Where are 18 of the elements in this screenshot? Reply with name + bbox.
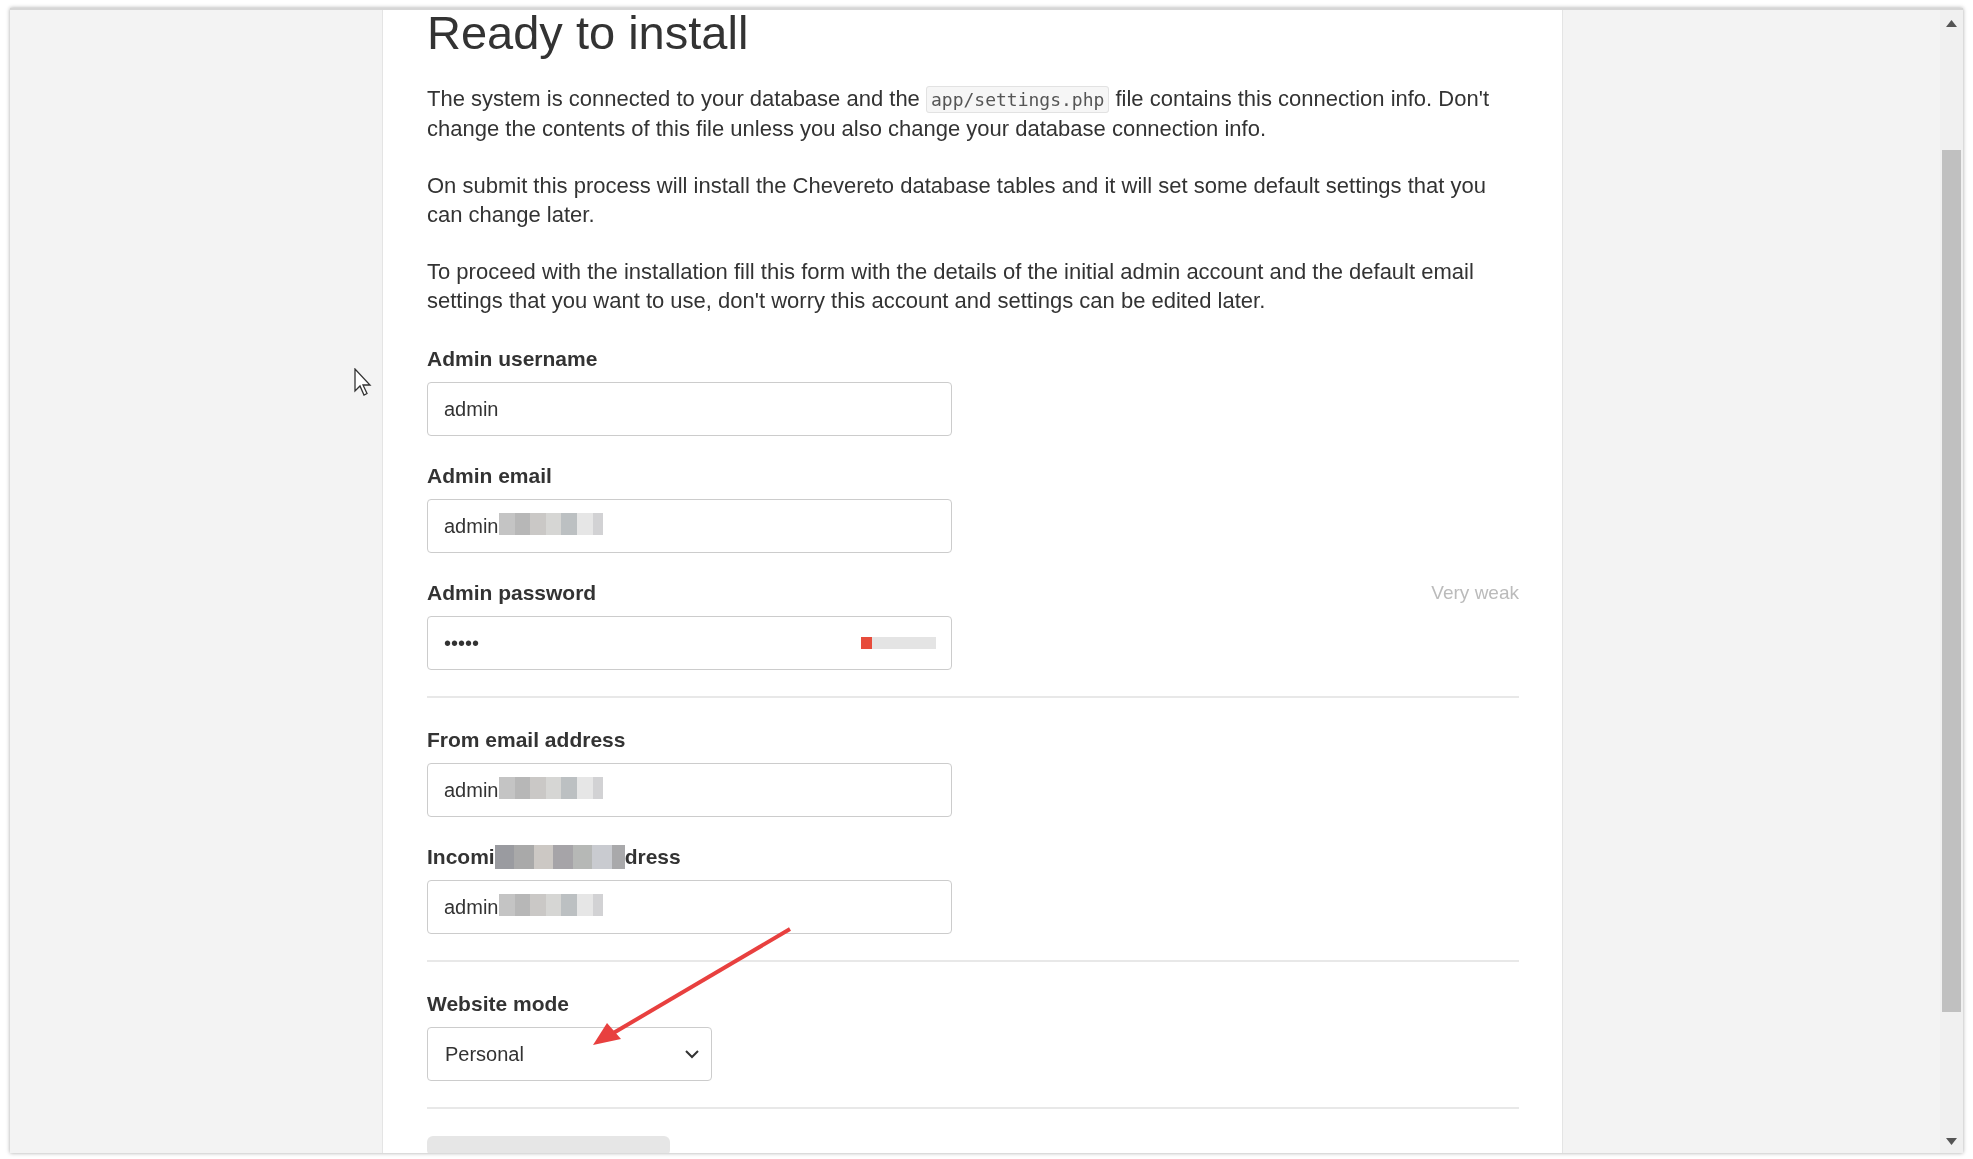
text-field[interactable]: admin (427, 382, 952, 436)
paragraph: To proceed with the installation fill this form with the details of the initial admin account and the default email settings that you want to use, don't worry this account and settings can be edited later. (427, 258, 1475, 315)
field-label: Incomi (427, 845, 495, 869)
text-field[interactable]: admin (427, 499, 952, 553)
text-field[interactable]: admin (427, 880, 952, 934)
field-label: dress (624, 845, 681, 869)
page-title: Ready to install (427, 10, 750, 61)
mode-select[interactable]: Personal (427, 1027, 712, 1081)
field-label: Website mode (427, 992, 569, 1016)
field-label: Admin password (427, 581, 597, 605)
text-field[interactable]: admin (427, 763, 952, 817)
password-field[interactable]: ••••• (427, 616, 952, 670)
field-label: Admin username (427, 347, 598, 371)
field-label: From email address (427, 728, 626, 752)
field-label: Admin email (427, 464, 552, 488)
strength-label: Very weak (1431, 582, 1519, 604)
paragraph: The system is connected to your database and the app/settings.php file contains this connection info. Don't change the contents of this file unless you also change your database connection info. (427, 85, 1489, 143)
paragraph: On submit this process will install the Chevereto database tables and it will set some default settings that you can change later. (427, 172, 1487, 229)
